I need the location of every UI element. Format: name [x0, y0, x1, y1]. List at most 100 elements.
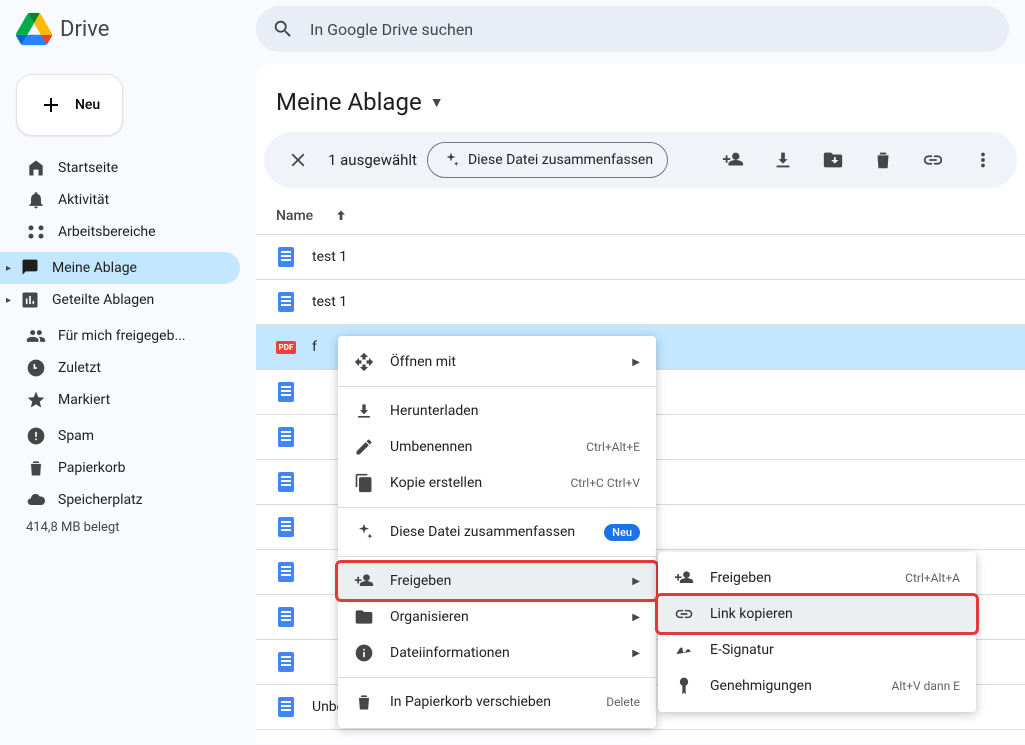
trash-icon [872, 149, 894, 171]
link-icon [922, 149, 944, 171]
person-add-icon [354, 571, 374, 591]
docs-icon [276, 652, 296, 672]
expand-icon[interactable]: ▸ [6, 263, 11, 274]
ctx-summarize[interactable]: Diese Datei zusammenfassen Neu [338, 514, 656, 550]
sub-esignature[interactable]: E-Signatur [658, 632, 976, 668]
approvals-icon [674, 676, 694, 696]
sidebar-item-spam[interactable]: Spam [0, 420, 240, 452]
ctx-open-with[interactable]: Öffnen mit ▶ [338, 344, 656, 380]
ctx-info[interactable]: Dateiinformationen ▶ [338, 635, 656, 671]
edit-icon [354, 437, 374, 457]
get-link-button[interactable] [913, 140, 953, 180]
breadcrumb[interactable]: Meine Ablage ▼ [256, 80, 1025, 132]
more-options-button[interactable] [963, 140, 1003, 180]
info-icon [354, 643, 374, 663]
sparkle-icon [442, 151, 460, 169]
search-input[interactable] [310, 20, 993, 39]
ctx-organize[interactable]: Organisieren ▶ [338, 599, 656, 635]
signature-icon [674, 640, 694, 660]
close-icon [287, 149, 309, 171]
sort-arrow-icon[interactable] [333, 208, 349, 224]
link-icon [674, 604, 694, 624]
sidebar-item-arbeitsbereiche[interactable]: Arbeitsbereiche [0, 216, 240, 248]
sidebar-item-startseite[interactable]: Startseite [0, 152, 240, 184]
bell-icon [26, 190, 46, 210]
download-button[interactable] [763, 140, 803, 180]
trash-icon [354, 692, 374, 712]
pdf-icon: PDF [276, 337, 296, 357]
chevron-right-icon: ▶ [632, 357, 640, 368]
page-title: Meine Ablage [276, 88, 422, 116]
person-add-icon [722, 149, 744, 171]
chevron-right-icon: ▶ [632, 576, 640, 587]
my-drive-icon [20, 258, 40, 278]
column-name: Name [276, 208, 313, 224]
download-icon [354, 401, 374, 421]
search-icon [272, 18, 294, 40]
ctx-download[interactable]: Herunterladen [338, 393, 656, 429]
sidebar-item-papierkorb[interactable]: Papierkorb [0, 452, 240, 484]
drive-logo[interactable]: Drive [16, 11, 256, 47]
docs-icon [276, 697, 296, 717]
copy-icon [354, 473, 374, 493]
file-row[interactable]: test 1 [256, 280, 1025, 325]
download-icon [772, 149, 794, 171]
ctx-rename[interactable]: Umbenennen Ctrl+Alt+E [338, 429, 656, 465]
sparkle-icon [354, 522, 374, 542]
sidebar-item-geteilte-ablagen[interactable]: ▸Geteilte Ablagen [0, 284, 240, 316]
search-bar[interactable] [256, 6, 1009, 52]
move-button[interactable] [813, 140, 853, 180]
sidebar-item-speicherplatz[interactable]: Speicherplatz [0, 484, 240, 516]
expand-icon[interactable]: ▸ [6, 295, 11, 306]
open-with-icon [354, 352, 374, 372]
share-button[interactable] [713, 140, 753, 180]
ctx-copy[interactable]: Kopie erstellen Ctrl+C Ctrl+V [338, 465, 656, 501]
selection-count: 1 ausgewählt [328, 151, 417, 169]
home-icon [26, 158, 46, 178]
sidebar-item-aktivitaet[interactable]: Aktivität [0, 184, 240, 216]
docs-icon [276, 427, 296, 447]
drive-logo-icon [16, 11, 52, 47]
context-menu: Öffnen mit ▶ Herunterladen Umbenennen Ct… [338, 336, 656, 728]
file-name: f [312, 339, 317, 355]
docs-icon [276, 607, 296, 627]
folder-icon [354, 607, 374, 627]
new-button[interactable]: Neu [16, 74, 123, 136]
sidebar-item-zuletzt[interactable]: Zuletzt [0, 352, 240, 384]
clear-selection-button[interactable] [278, 140, 318, 180]
shared-drives-icon [20, 290, 40, 310]
shared-with-me-icon [26, 326, 46, 346]
share-submenu: Freigeben Ctrl+Alt+A Link kopieren E-Sig… [658, 552, 976, 712]
sidebar-item-freigegeben[interactable]: Für mich freigegeb... [0, 320, 240, 352]
person-add-icon [674, 568, 694, 588]
selection-action-bar: 1 ausgewählt Diese Datei zusammenfassen [264, 132, 1017, 188]
sub-copy-link[interactable]: Link kopieren [655, 593, 979, 635]
storage-usage: 414,8 MB belegt [0, 516, 256, 535]
ctx-share[interactable]: Freigeben ▶ [335, 560, 659, 602]
file-name: test 1 [312, 249, 347, 265]
file-row[interactable]: test 1 [256, 235, 1025, 280]
docs-icon [276, 382, 296, 402]
ctx-trash[interactable]: In Papierkorb verschieben Delete [338, 684, 656, 720]
column-header[interactable]: Name [256, 198, 1025, 235]
plus-icon [39, 93, 63, 117]
chevron-right-icon: ▶ [632, 648, 640, 659]
workspaces-icon [26, 222, 46, 242]
docs-icon [276, 472, 296, 492]
delete-button[interactable] [863, 140, 903, 180]
trash-icon [26, 458, 46, 478]
cloud-icon [26, 490, 46, 510]
sidebar-item-meine-ablage[interactable]: ▸Meine Ablage [0, 252, 240, 284]
folder-move-icon [822, 149, 844, 171]
breadcrumb-dropdown-icon[interactable]: ▼ [430, 94, 444, 111]
sub-approvals[interactable]: Genehmigungen Alt+V dann E [658, 668, 976, 704]
spam-icon [26, 426, 46, 446]
sub-share[interactable]: Freigeben Ctrl+Alt+A [658, 560, 976, 596]
summarize-button[interactable]: Diese Datei zusammenfassen [427, 142, 668, 178]
docs-icon [276, 247, 296, 267]
sidebar-item-markiert[interactable]: Markiert [0, 384, 240, 416]
chevron-right-icon: ▶ [632, 612, 640, 623]
docs-icon [276, 562, 296, 582]
docs-icon [276, 292, 296, 312]
file-name: test 1 [312, 294, 347, 310]
